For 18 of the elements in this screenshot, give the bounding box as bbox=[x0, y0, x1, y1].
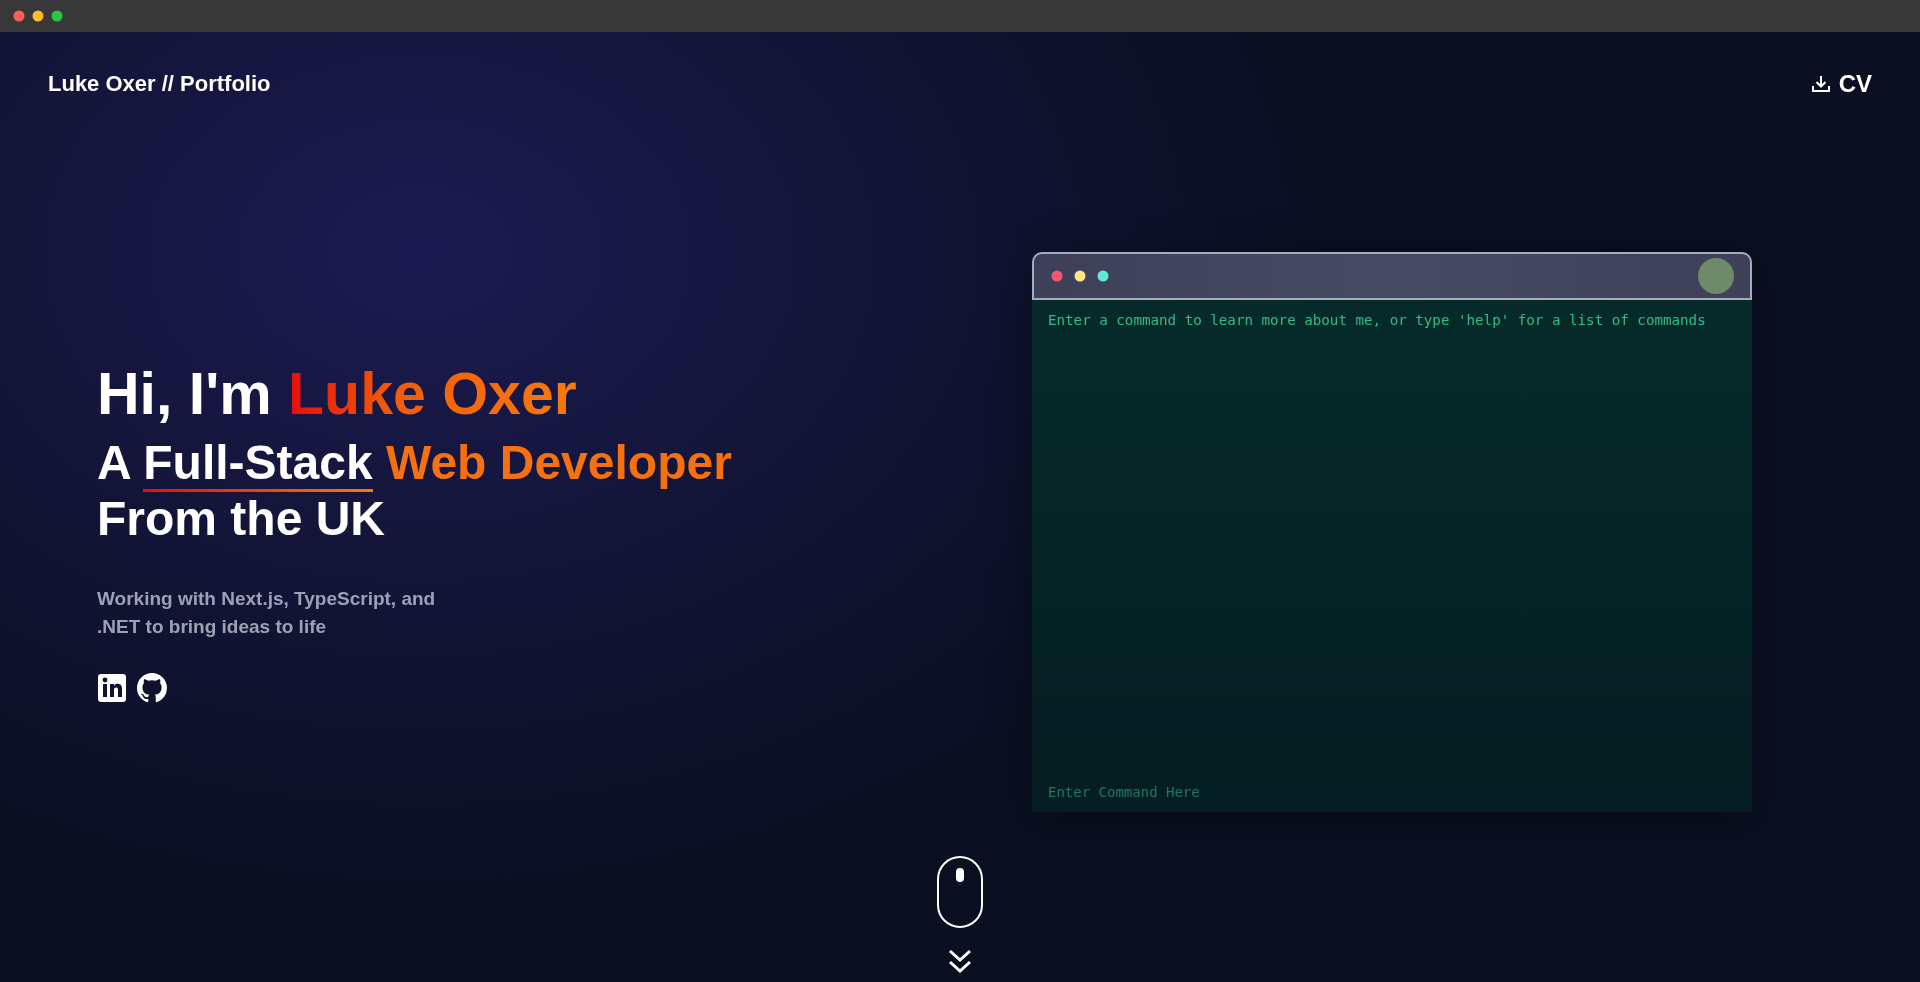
window-controls-icon[interactable] bbox=[13, 10, 63, 22]
avatar-placeholder bbox=[1698, 258, 1734, 294]
terminal-output-text: Enter a command to learn more about me, or type 'help' for a list of commands bbox=[1048, 312, 1707, 328]
role-text: A bbox=[97, 436, 130, 489]
double-chevron-down-icon[interactable] bbox=[947, 948, 973, 974]
role-accent-text: Web Developer bbox=[385, 436, 732, 489]
command-input-field[interactable]: Enter Command Here bbox=[1048, 780, 1736, 804]
highlighted-role-text: Full-Stack bbox=[143, 436, 373, 492]
greeting-text: Hi, I'm bbox=[97, 361, 272, 427]
mouse-icon bbox=[937, 856, 983, 928]
linkedin-icon[interactable] bbox=[97, 673, 127, 703]
download-icon bbox=[1810, 74, 1831, 94]
location-text: From the UK bbox=[97, 492, 385, 545]
description-text: Working with Next.js, TypeScript, and .NET to bring ideas to life bbox=[97, 587, 437, 639]
github-icon[interactable] bbox=[137, 673, 167, 703]
site-title[interactable]: Luke Oxer // Portfolio bbox=[48, 71, 271, 97]
cv-download-link[interactable]: CV bbox=[1810, 70, 1872, 98]
window-controls-icon bbox=[1051, 270, 1111, 282]
